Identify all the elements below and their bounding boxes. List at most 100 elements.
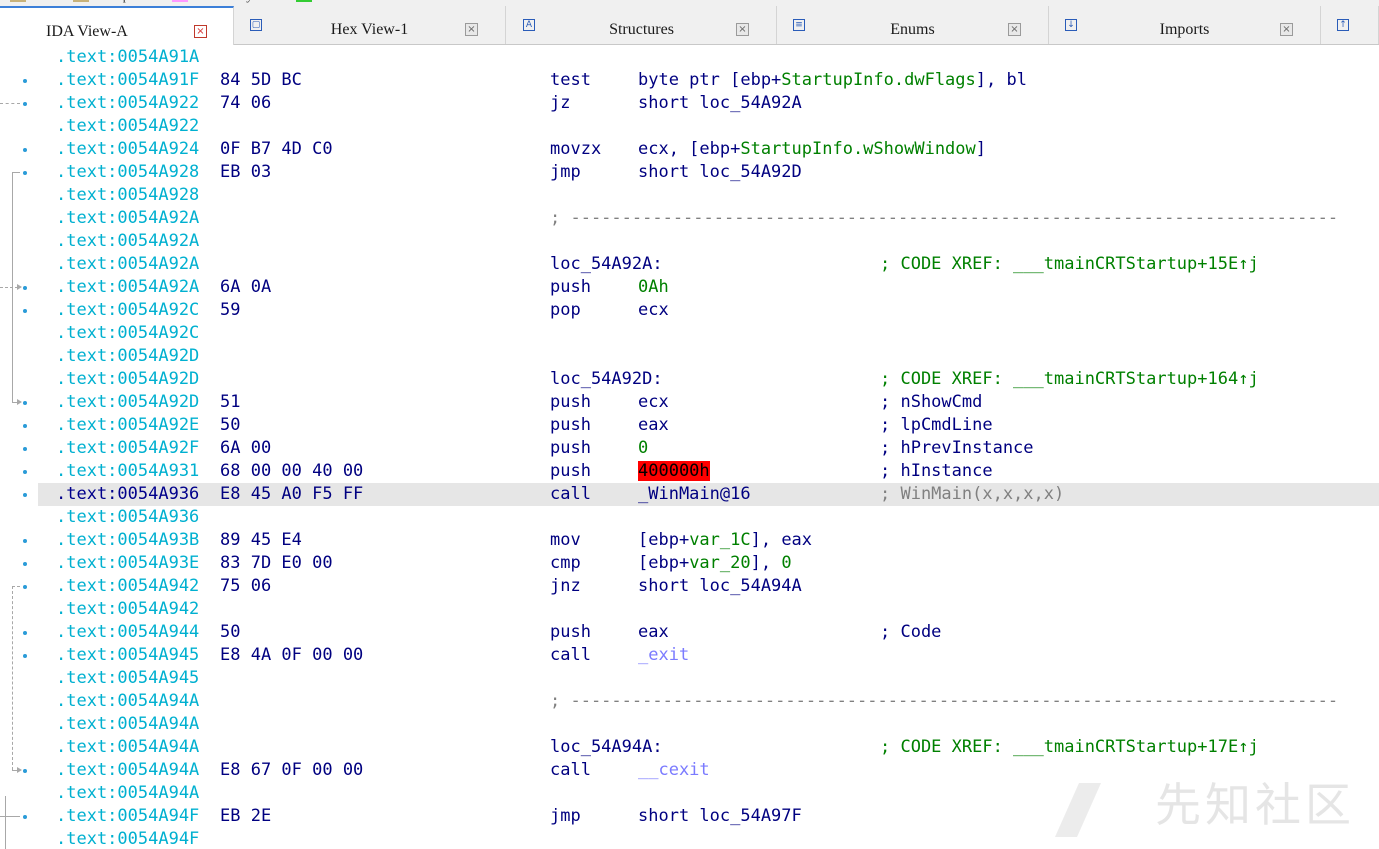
address: .text:0054A91A [56,47,200,67]
tab-close-icon[interactable]: × [1280,23,1293,36]
operand-part: 0 [638,438,649,458]
listing-row[interactable]: .text:0054A92A [38,230,1379,253]
address: .text:0054A92D [56,369,200,389]
comment: ; hInstance [880,460,993,483]
flow-arrow-line [12,172,20,173]
comment: ; CODE XREF: ___tmainCRTStartup+17E↑j [880,736,1259,759]
breakpoint-dot[interactable] [23,470,27,474]
code-label: loc_54A92D: [550,369,663,389]
disassembly-listing[interactable]: .text:0054A91A .text:0054A91F 84 5D BC test… [38,45,1379,849]
listing-row[interactable]: .text:0054A91A [38,46,1379,69]
listing-row[interactable]: .text:0054A931 68 00 00 40 00 push 400000h;… [38,460,1379,483]
tab-ida-view-a[interactable]: IDA View-A × [0,6,234,45]
listing-row[interactable]: .text:0054A922 [38,115,1379,138]
tab-imports[interactable]: ↓ Imports × [1049,6,1321,44]
flow-arrow-line [0,287,18,288]
address: .text:0054A92C [56,300,200,320]
opcode-bytes: EB 2E [220,806,272,826]
breakpoint-dot[interactable] [23,585,27,589]
breakpoint-dot[interactable] [23,654,27,658]
tab-close-icon[interactable]: × [465,23,478,36]
listing-row[interactable]: .text:0054A92D [38,345,1379,368]
breakpoint-dot[interactable] [23,309,27,313]
listing-row[interactable]: .text:0054A92F 6A 00 push 0 ; hPrevInstance [38,437,1379,460]
tab-structures[interactable]: A Structures × [507,6,777,44]
tab-close-icon[interactable]: × [736,23,749,36]
address: .text:0054A936 [56,484,200,504]
operands: ecx, [ebp+StartupInfo.wShowWindow] [638,138,986,161]
listing-row[interactable]: .text:0054A936 [38,506,1379,529]
listing-row[interactable]: .text:0054A945 [38,667,1379,690]
listing-row[interactable]: .text:0054A92E 50 push eax ; lpCmdLine [38,414,1379,437]
listing-row[interactable]: .text:0054A94A loc_54A94A: ; CODE XREF: __… [38,736,1379,759]
listing-row[interactable]: .text:0054A92C 59 pop ecx [38,299,1379,322]
address: .text:0054A92A [56,277,200,297]
breakpoint-dot[interactable] [23,401,27,405]
listing-row[interactable]: .text:0054A928 [38,184,1379,207]
operand-part: ; lpCmdLine [880,415,993,435]
exports-icon: ↑ [1337,19,1349,31]
operands: [ebp+var_1C], eax [638,529,812,552]
breakpoint-dot[interactable] [23,815,27,819]
mnemonic: push [550,438,591,458]
listing-row[interactable]: .text:0054A92A loc_54A92A: ; CODE XREF: __… [38,253,1379,276]
listing-row[interactable]: .text:0054A94A ; ------------------------… [38,690,1379,713]
operand-part: ; nShowCmd [880,392,983,412]
listing-row[interactable]: .text:0054A942 [38,598,1379,621]
operands: eax [638,621,669,644]
listing-row[interactable]: .text:0054A942 75 06 jnz short loc_54A94A [38,575,1379,598]
listing-row[interactable]: .text:0054A944 50 push eax ; Code [38,621,1379,644]
listing-row[interactable]: .text:0054A936 E8 45 A0 F5 FF call _WinMain… [38,483,1379,506]
breakpoint-dot[interactable] [23,102,27,106]
breakpoint-dot[interactable] [23,769,27,773]
address: .text:0054A942 [56,599,200,619]
listing-row[interactable]: .text:0054A922 74 06 jz short loc_54A92A [38,92,1379,115]
listing-row[interactable]: .text:0054A928 EB 03 jmp short loc_54A92D [38,161,1379,184]
listing-row[interactable]: .text:0054A92C [38,322,1379,345]
legend-label: Lumina function [318,0,405,4]
breakpoint-dot[interactable] [23,286,27,290]
listing-row[interactable]: .text:0054A94A [38,713,1379,736]
tab-enums[interactable]: ≡ Enums × [777,6,1049,44]
tab-close-icon[interactable]: × [194,25,207,38]
address: .text:0054A942 [56,576,200,596]
tab-exports[interactable]: ↑ [1321,6,1379,44]
breakpoint-dot[interactable] [23,79,27,83]
legend-swatch [72,0,89,2]
mnemonic: jmp [550,162,581,182]
listing-row[interactable]: .text:0054A93E 83 7D E0 00 cmp [ebp+var_20]… [38,552,1379,575]
listing-row[interactable]: .text:0054A924 0F B7 4D C0 movzx ecx, [ebp+… [38,138,1379,161]
address: .text:0054A936 [56,507,200,527]
flow-arrow-line [5,796,6,849]
breakpoint-dot[interactable] [23,493,27,497]
breakpoint-dot[interactable] [23,631,27,635]
breakpoint-dot[interactable] [23,447,27,451]
listing-row[interactable]: .text:0054A92A ; ------------------------… [38,207,1379,230]
operand-part: short loc_54A97F [638,806,802,826]
listing-row[interactable]: .text:0054A93B 89 45 E4 mov [ebp+var_1C], e… [38,529,1379,552]
breakpoint-dot[interactable] [23,171,27,175]
listing-row[interactable]: .text:0054A945 E8 4A 0F 00 00 call _exit [38,644,1379,667]
address: .text:0054A928 [56,185,200,205]
breakpoint-dot[interactable] [23,539,27,543]
breakpoint-dot[interactable] [23,148,27,152]
operand-part: 0 [781,553,792,573]
comment: ; WinMain(x,x,x,x) [880,483,1064,506]
tab-hex-view-1[interactable]: ▢ Hex View-1 × [234,6,506,44]
listing-row[interactable]: .text:0054A92D 51 push ecx ; nShowCmd [38,391,1379,414]
listing-row[interactable]: .text:0054A92A 6A 0A push 0Ah [38,276,1379,299]
operands: short loc_54A92D [638,161,802,184]
operand-part: ; CODE XREF: ___tmainCRTStartup+17E↑j [880,737,1259,757]
comment: ; hPrevInstance [880,437,1034,460]
operands: 0Ah [638,276,669,299]
opcode-bytes: 50 [220,622,241,642]
breakpoint-dot[interactable] [23,562,27,566]
mnemonic: push [550,392,591,412]
operand-part: 0Ah [638,277,669,297]
breakpoint-dot[interactable] [23,424,27,428]
tab-close-icon[interactable]: × [1008,23,1021,36]
opcode-bytes: 6A 00 [220,438,272,458]
operand-part: 400000h [638,461,710,481]
listing-row[interactable]: .text:0054A91F 84 5D BC test byte ptr [ebp+… [38,69,1379,92]
listing-row[interactable]: .text:0054A92D loc_54A92D: ; CODE XREF: __… [38,368,1379,391]
